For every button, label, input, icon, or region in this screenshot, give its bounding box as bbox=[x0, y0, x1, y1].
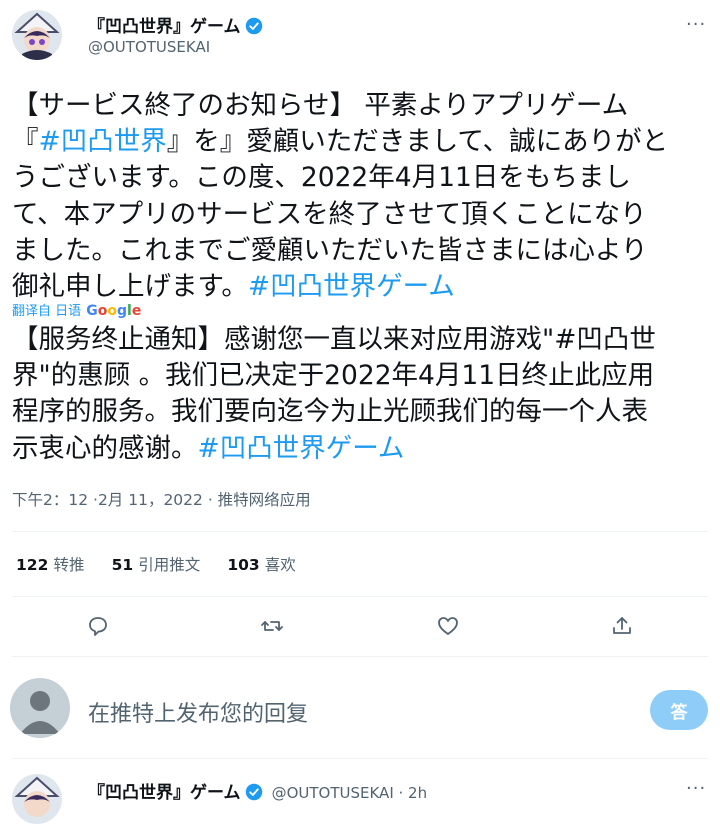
retweet-label[interactable]: 转推 bbox=[53, 556, 84, 574]
tweet-line: 【サービス終了のお知らせ】 平素よりアプリゲーム bbox=[12, 90, 629, 121]
translation-line: 示衷心的感谢。#凹凸世界ゲーム bbox=[12, 431, 656, 467]
handle[interactable]: @OUTOTUSEKAI bbox=[88, 38, 210, 56]
reply-button[interactable] bbox=[78, 606, 118, 646]
tweet-line: うございます。この度、2022年4月11日をもちまし bbox=[12, 162, 631, 194]
heart-icon bbox=[438, 617, 458, 635]
tweet-body: 【サービス終了のお知らせ】 平素よりアプリゲーム 『#凹凸世界』を』愛顧いただき… bbox=[12, 88, 668, 305]
hashtag-link[interactable]: #凹凸世界ゲーム bbox=[198, 433, 405, 464]
retweet-count[interactable]: 122 bbox=[16, 556, 48, 574]
user-avatar[interactable] bbox=[10, 678, 70, 738]
divider bbox=[12, 596, 708, 597]
reply-submit-button[interactable]: 答 bbox=[650, 690, 708, 730]
divider bbox=[12, 758, 708, 759]
like-label[interactable]: 喜欢 bbox=[265, 556, 296, 574]
like-button[interactable] bbox=[428, 606, 468, 646]
stats-row: 122 转推 51 引用推文 103 喜欢 bbox=[16, 553, 318, 575]
tweet-text-fragment: 』を』愛顧いただきまして、誠にありがと bbox=[166, 126, 669, 158]
reply-input[interactable]: 在推特上发布您的回复 bbox=[88, 696, 308, 728]
tweet-line: ました。これまでご愛顧いただいた皆さまには心より bbox=[12, 234, 648, 266]
tweet-line: 『#凹凸世界』を』愛顧いただきまして、誠にありがと bbox=[12, 124, 668, 160]
tweet-timestamp[interactable]: 下午2：12 ·2月 11，2022 · 推特网络应用 bbox=[12, 488, 311, 510]
display-name[interactable]: 『凹凸世界』ゲーム bbox=[88, 783, 241, 803]
retweet-button[interactable] bbox=[252, 606, 292, 646]
translation-text-fragment: 示衷心的感谢。 bbox=[12, 432, 198, 464]
translation-body: 【服务终止通知】感谢您一直以来对应用游戏"#凹凸世 界"的惠顾 。我们已决定于2… bbox=[12, 322, 656, 467]
hashtag-link[interactable]: #凹凸世界ゲーム bbox=[248, 271, 455, 302]
more-options-icon[interactable]: ··· bbox=[686, 778, 706, 799]
divider bbox=[12, 531, 708, 532]
translation-line: 【服务终止通知】感谢您一直以来对应用游戏"#凹凸世 bbox=[12, 324, 656, 355]
more-options-icon[interactable]: ··· bbox=[686, 14, 706, 35]
divider bbox=[12, 656, 708, 657]
translation-line: 界"的惠顾 。我们已决定于2022年4月11日终止此应用 bbox=[12, 360, 655, 392]
reply-icon bbox=[89, 617, 107, 636]
share-icon bbox=[613, 617, 631, 634]
translation-label[interactable]: 翻译自 日语 bbox=[12, 304, 81, 319]
quote-count[interactable]: 51 bbox=[112, 556, 134, 574]
verified-badge-icon bbox=[245, 783, 262, 801]
tweet-text-fragment: 『 bbox=[12, 126, 39, 158]
display-name[interactable]: 『凹凸世界』ゲーム bbox=[88, 17, 241, 37]
avatar[interactable] bbox=[12, 10, 62, 60]
tweet-text-fragment: 御礼申し上げます。 bbox=[12, 271, 248, 303]
share-button[interactable] bbox=[602, 606, 642, 646]
quote-label[interactable]: 引用推文 bbox=[138, 556, 200, 574]
translation-line: 程序的服务。我们要向迄今为止光顾我们的每一个人表 bbox=[12, 396, 648, 428]
handle-time[interactable]: @OUTOTUSEKAI · 2h bbox=[272, 784, 428, 802]
verified-badge-icon bbox=[245, 17, 262, 35]
google-logo: Google bbox=[86, 303, 142, 319]
hashtag-link[interactable]: #凹凸世界 bbox=[39, 126, 167, 157]
retweet-icon bbox=[261, 621, 283, 631]
like-count[interactable]: 103 bbox=[227, 556, 259, 574]
avatar[interactable] bbox=[12, 774, 62, 824]
tweet-line: て、本アプリのサービスを終了させて頂くことになり bbox=[12, 198, 647, 230]
